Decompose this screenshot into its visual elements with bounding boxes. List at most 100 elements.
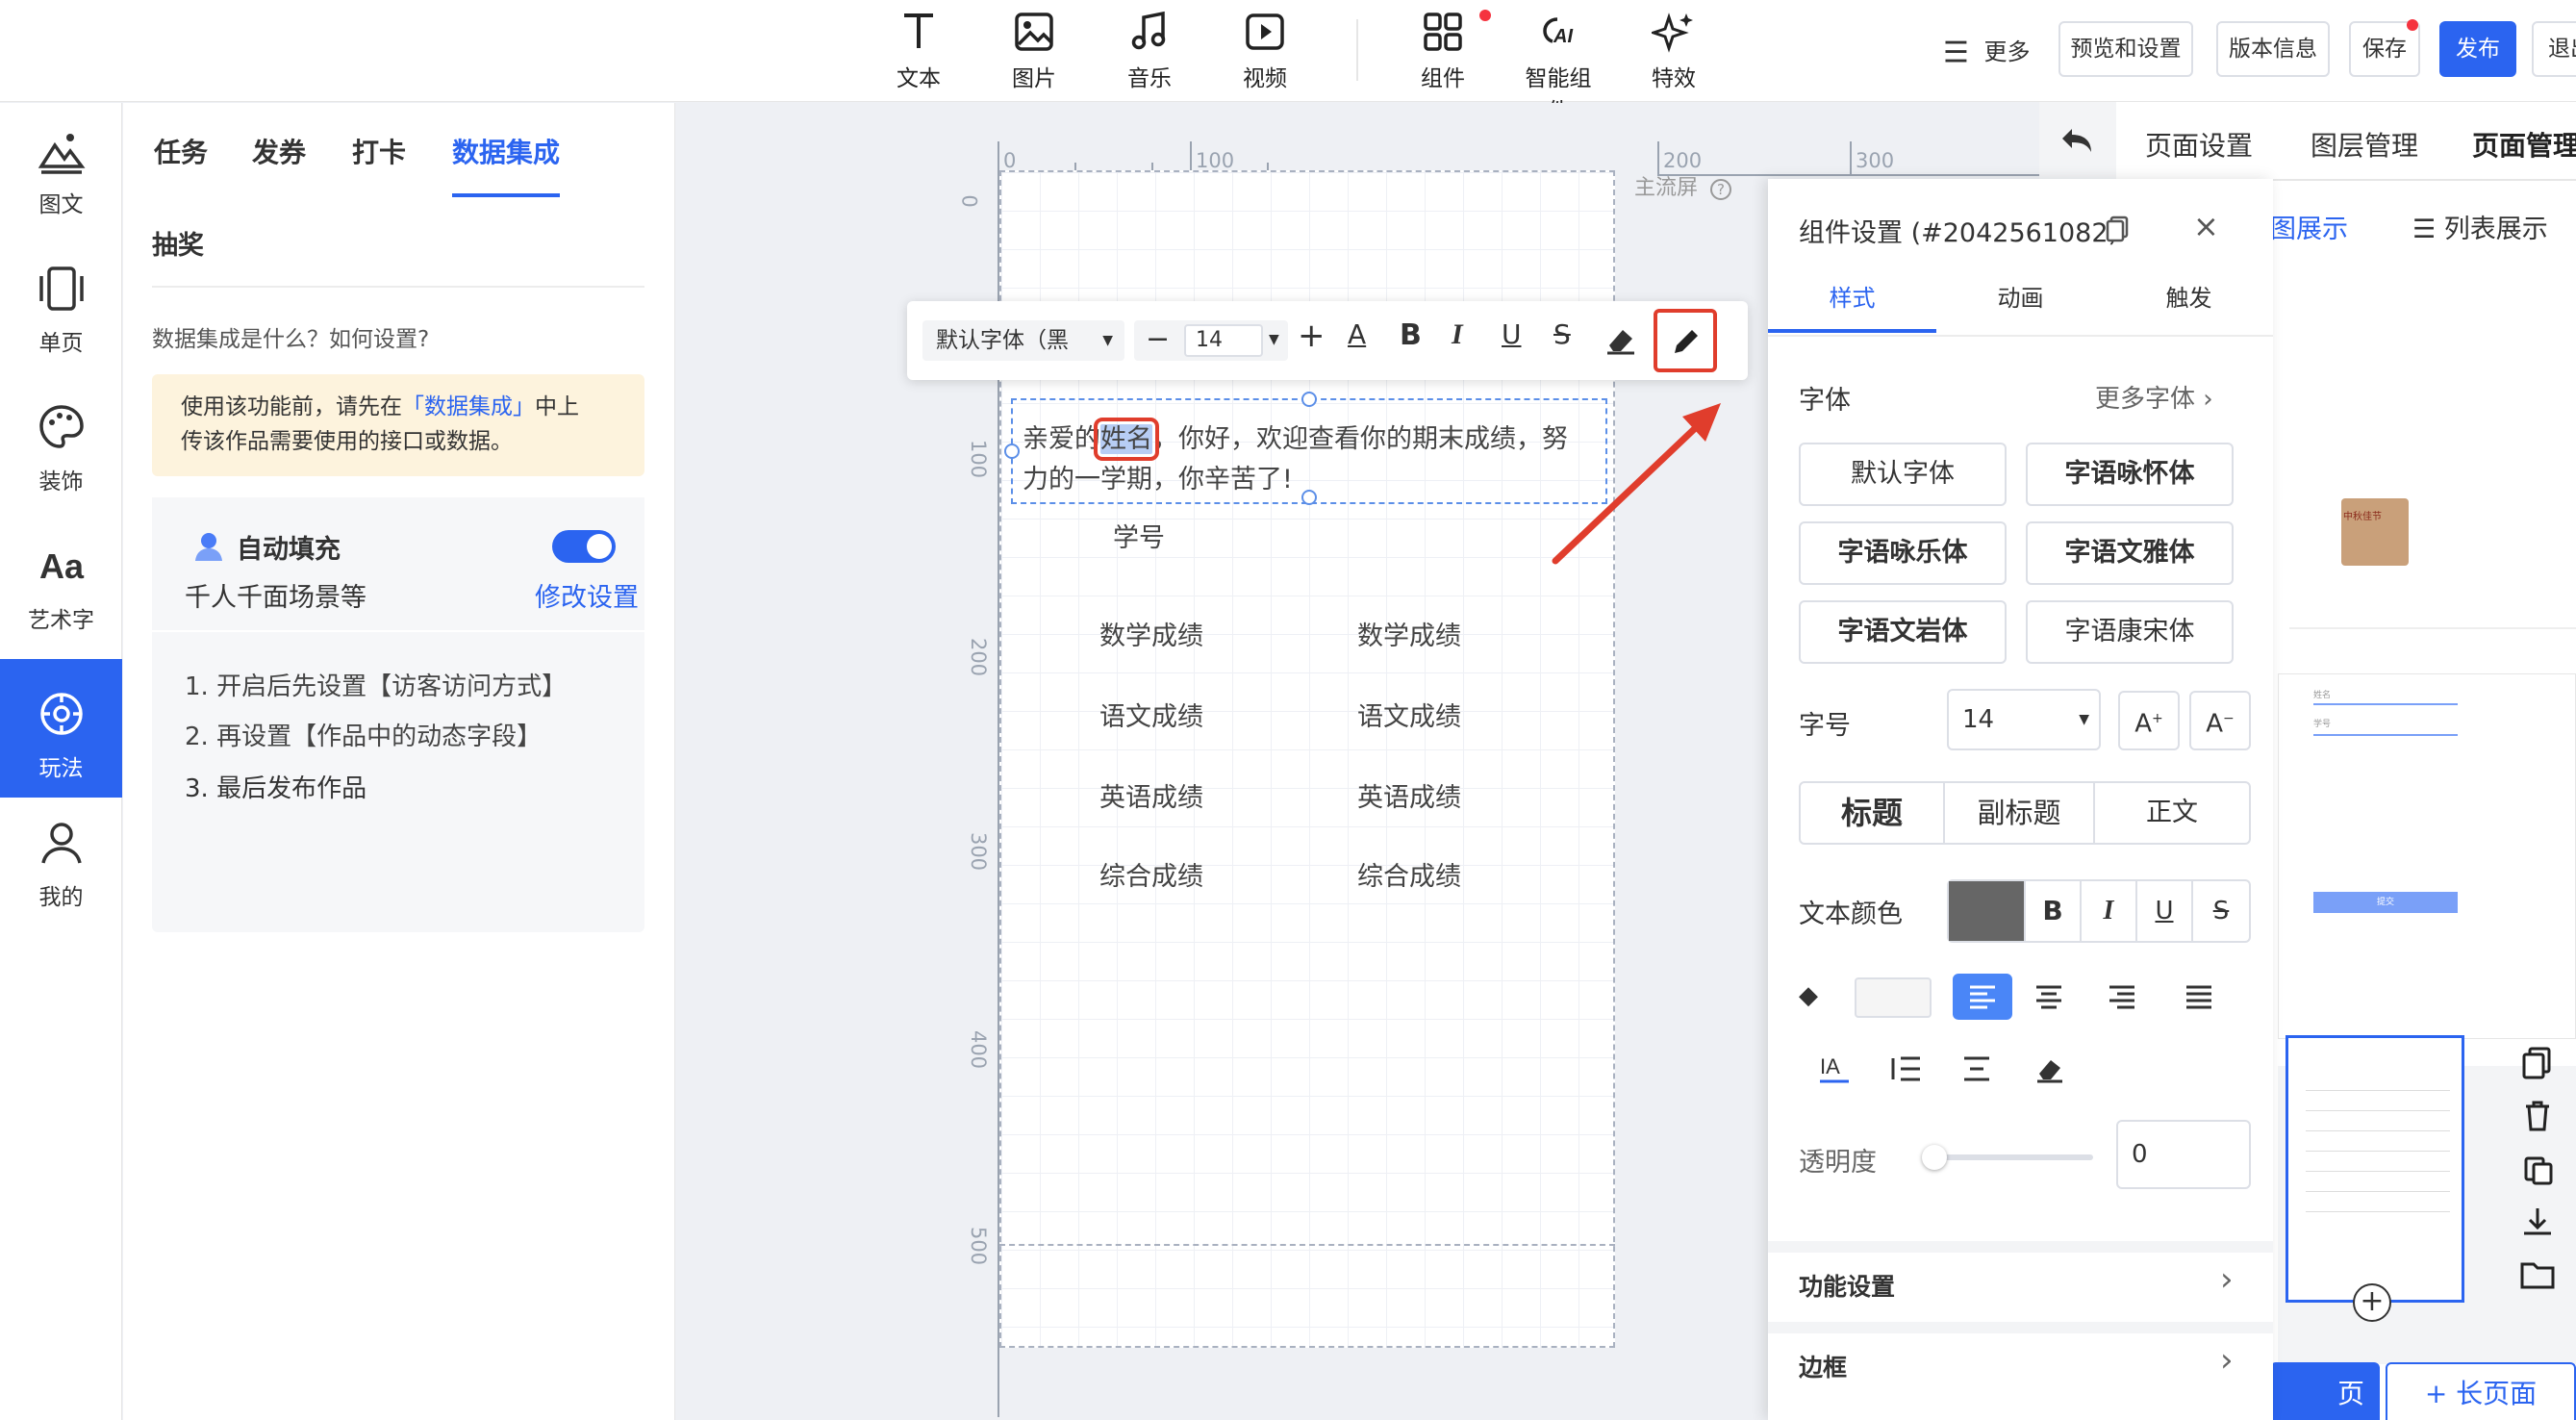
view-grid-toggle[interactable]: 图展示 [2270, 208, 2348, 245]
grade-label[interactable]: 综合成绩 [1357, 855, 1461, 893]
clear-format-icon[interactable] [2033, 1052, 2066, 1083]
style-heading[interactable]: 标题 [1801, 783, 1945, 843]
student-id-label[interactable]: 学号 [1113, 517, 1165, 554]
tab-layer-management[interactable]: 图层管理 [2311, 125, 2418, 164]
tool-music[interactable]: 音乐 [1106, 10, 1193, 96]
tool-component[interactable]: 组件 [1400, 10, 1486, 96]
autofill-toggle[interactable] [552, 530, 616, 563]
exit-button[interactable]: 退出 [2532, 21, 2576, 77]
bold-icon[interactable]: B [2024, 881, 2080, 941]
more-fonts-link[interactable]: 更多字体 › [2095, 379, 2213, 415]
grade-label[interactable]: 综合成绩 [1099, 855, 1203, 893]
strikethrough-icon[interactable]: S [1553, 318, 1571, 350]
tool-video[interactable]: 视频 [1222, 10, 1308, 96]
plus-icon[interactable]: + [1298, 317, 1326, 355]
help-link[interactable]: 数据集成是什么？如何设置? [152, 320, 429, 353]
bold-icon[interactable]: B [1400, 318, 1422, 352]
tab-data-integration[interactable]: 数据集成 [452, 132, 560, 170]
increase-font-icon[interactable]: A+ [2118, 691, 2180, 750]
tool-ai-component[interactable]: AI 智能组件 [1515, 10, 1602, 124]
tab-animation[interactable]: 动画 [1936, 279, 2105, 313]
font-option[interactable]: 字语康宋体 [2026, 600, 2234, 664]
underline-icon[interactable]: U [1502, 318, 1522, 350]
size-input[interactable]: 14 [1184, 324, 1263, 357]
tool-text[interactable]: 文本 [875, 10, 962, 96]
download-icon[interactable] [2518, 1203, 2557, 1241]
page-thumbnail-1[interactable]: 中秋佳节 [2289, 275, 2576, 629]
close-icon[interactable]: × [2193, 208, 2219, 244]
modify-settings-link[interactable]: 修改设置 [535, 576, 639, 614]
add-page-plus-icon[interactable]: + [2353, 1283, 2391, 1322]
align-left-icon[interactable] [1953, 974, 2012, 1020]
copy-id-icon[interactable] [2103, 214, 2132, 242]
tab-page-management[interactable]: 页面管理 [2472, 125, 2576, 164]
publish-button[interactable]: 发布 [2439, 21, 2516, 77]
nav-item-play[interactable]: 玩法 [0, 659, 122, 798]
grade-label[interactable]: 数学成绩 [1099, 615, 1203, 652]
nav-item-image-text[interactable]: 图文 [0, 124, 122, 263]
version-info-button[interactable]: 版本信息 [2216, 21, 2330, 77]
font-option[interactable]: 字语咏怀体 [2026, 443, 2234, 506]
page-thumbnail-3-selected[interactable] [2286, 1035, 2464, 1303]
duplicate-icon[interactable] [2518, 1151, 2557, 1189]
minus-icon[interactable]: − [1146, 322, 1170, 356]
grade-label[interactable]: 语文成绩 [1099, 696, 1203, 733]
help-icon[interactable]: ? [1710, 179, 1732, 200]
tab-task[interactable]: 任务 [154, 132, 208, 170]
background-fill[interactable]: ◆ [1799, 974, 1933, 1022]
underline-icon[interactable]: U [2135, 881, 2191, 941]
resize-handle[interactable] [1004, 444, 1020, 459]
grade-label[interactable]: 英语成绩 [1357, 776, 1461, 814]
preview-settings-button[interactable]: 预览和设置 [2058, 21, 2193, 77]
font-color-icon[interactable]: A [1348, 318, 1366, 350]
align-justify-icon[interactable] [2184, 983, 2214, 1010]
opacity-slider[interactable] [1922, 1145, 2093, 1170]
font-option[interactable]: 默认字体 [1799, 443, 2007, 506]
font-option[interactable]: 字语文雅体 [2026, 521, 2234, 585]
tool-effects[interactable]: 特效 [1630, 10, 1717, 96]
view-list-toggle[interactable]: ☰ 列表展示 [2412, 208, 2548, 245]
tab-coupon[interactable]: 发券 [252, 132, 306, 170]
align-center-icon[interactable] [2033, 983, 2064, 1010]
paragraph-spacing-icon[interactable] [1960, 1054, 1993, 1083]
align-right-icon[interactable] [2107, 983, 2137, 1010]
size-select[interactable]: 14 ▼ [1947, 689, 2101, 750]
style-body[interactable]: 正文 [2095, 783, 2249, 843]
edit-button-highlight[interactable] [1654, 309, 1717, 372]
resize-handle[interactable] [1301, 392, 1317, 407]
tool-image[interactable]: 图片 [991, 10, 1077, 96]
eraser-icon[interactable] [1604, 322, 1638, 357]
more-menu[interactable]: ☰ 更多 [1943, 33, 2031, 71]
color-swatch[interactable] [1949, 881, 2024, 941]
tab-checkin[interactable]: 打卡 [352, 132, 406, 170]
trash-icon[interactable] [2518, 1097, 2557, 1135]
border-row[interactable]: 边框 › [1768, 1322, 2273, 1399]
strikethrough-icon[interactable]: S [2191, 881, 2249, 941]
grade-label[interactable]: 数学成绩 [1357, 615, 1461, 652]
italic-icon[interactable]: I [1452, 318, 1463, 351]
italic-icon[interactable]: I [2080, 881, 2135, 941]
line-height-icon[interactable] [1889, 1054, 1922, 1083]
folder-icon[interactable] [2518, 1255, 2557, 1293]
font-select[interactable]: 默认字体（黑 ▼ [922, 320, 1124, 361]
name-field[interactable]: 姓名 [1094, 418, 1159, 461]
nav-item-mine[interactable]: 我的 [0, 817, 122, 955]
tab-style[interactable]: 样式 [1768, 279, 1936, 313]
back-button[interactable] [2039, 102, 2116, 179]
tab-trigger[interactable]: 触发 [2105, 279, 2273, 313]
selected-text-element[interactable]: 亲爱的姓名，你好，欢迎查看你的期末成绩，努 力的一学期，你辛苦了! [1004, 392, 1607, 505]
letter-spacing-icon[interactable]: IA [1818, 1051, 1851, 1089]
copy-icon[interactable] [2518, 1043, 2557, 1081]
font-option[interactable]: 字语文岩体 [1799, 600, 2007, 664]
function-settings-row[interactable]: 功能设置 › [1768, 1241, 2273, 1318]
slider-handle[interactable] [1922, 1145, 1947, 1170]
decrease-font-icon[interactable]: A− [2189, 691, 2251, 750]
resize-handle[interactable] [1301, 490, 1317, 505]
font-option[interactable]: 字语咏乐体 [1799, 521, 2007, 585]
notice-link[interactable]: 「数据集成」 [402, 394, 535, 419]
style-subheading[interactable]: 副标题 [1945, 783, 2095, 843]
opacity-input[interactable]: 0 [2116, 1120, 2251, 1189]
nav-item-art-text[interactable]: Aa 艺术字 [0, 540, 122, 678]
nav-item-single-page[interactable]: 单页 [0, 263, 122, 401]
page-thumbnail-2[interactable]: 姓名 学号 提交 [2278, 673, 2576, 1039]
